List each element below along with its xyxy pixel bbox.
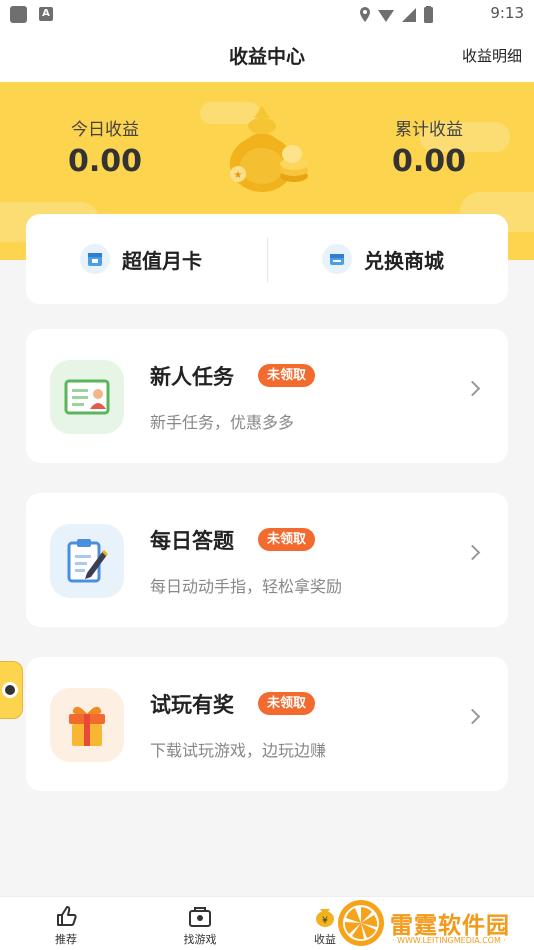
watermark-text: 雷霆软件园 <box>390 913 510 939</box>
app-notification-icon: A <box>39 7 53 21</box>
task-title: 新人任务 <box>150 365 234 389</box>
watermark: 雷霆软件园 · WWW.LEITINGMEDIA.COM · <box>336 898 534 950</box>
chevron-right-icon <box>464 544 481 561</box>
chevron-right-icon <box>464 380 481 397</box>
total-earnings-label: 累计收益 <box>395 120 463 140</box>
chevron-right-icon <box>464 708 481 725</box>
task-card-newbie[interactable]: 新人任务 未领取 新手任务，优惠多多 <box>26 329 508 463</box>
floating-side-button[interactable] <box>0 661 23 719</box>
nav-label: 找游戏 <box>183 933 217 946</box>
status-icons <box>360 6 433 23</box>
nav-recommend[interactable]: 推荐 <box>31 903 101 947</box>
clipboard-icon <box>50 524 124 598</box>
nav-label: 推荐 <box>55 933 77 946</box>
status-bar: A 9:13 <box>0 0 534 30</box>
monthly-card-button[interactable]: 超值月卡 <box>80 214 202 304</box>
today-earnings-value: 0.00 <box>67 144 143 179</box>
task-title: 试玩有奖 <box>150 693 234 717</box>
status-badge: 未领取 <box>258 364 316 387</box>
orange-slice-icon <box>338 900 384 946</box>
task-subtitle: 新手任务，优惠多多 <box>150 413 295 432</box>
divider <box>267 238 268 282</box>
status-badge: 未领取 <box>258 692 316 715</box>
exchange-store-label: 兑换商城 <box>364 248 444 273</box>
money-bag-icon: ¥ <box>316 909 334 927</box>
svg-text:★: ★ <box>234 170 243 181</box>
id-card-icon <box>50 360 124 434</box>
gift-icon <box>50 688 124 762</box>
status-time: 9:13 <box>490 4 524 22</box>
task-card-trial-play[interactable]: 试玩有奖 未领取 下载试玩游戏，边玩边赚 <box>26 657 508 791</box>
game-box-icon <box>189 907 211 927</box>
store-icon <box>322 244 352 274</box>
task-card-daily-quiz[interactable]: 每日答题 未领取 每日动动手指，轻松拿奖励 <box>26 493 508 627</box>
calendar-card-icon <box>80 244 110 274</box>
earnings-detail-link[interactable]: 收益明细 <box>462 45 522 66</box>
page-title: 收益中心 <box>228 46 305 68</box>
exchange-store-button[interactable]: 兑换商城 <box>322 214 444 304</box>
monthly-card-label: 超值月卡 <box>122 248 202 273</box>
thumbs-up-icon <box>57 906 77 926</box>
nav-find-games[interactable]: 找游戏 <box>165 903 235 947</box>
top-header: 收益中心 收益明细 <box>0 30 534 82</box>
task-subtitle: 每日动动手指，轻松拿奖励 <box>150 577 343 596</box>
notification-icon <box>10 6 27 23</box>
total-earnings-value: 0.00 <box>391 144 467 179</box>
quick-actions-card: 超值月卡 兑换商城 <box>26 214 508 304</box>
svg-text:¥: ¥ <box>322 916 328 926</box>
today-earnings-label: 今日收益 <box>71 120 139 140</box>
ball-icon <box>2 682 18 698</box>
task-subtitle: 下载试玩游戏，边玩边赚 <box>150 741 327 760</box>
status-badge: 未领取 <box>258 528 316 551</box>
task-title: 每日答题 <box>150 529 234 553</box>
money-bag-icon: ★ <box>230 106 308 192</box>
watermark-url: · WWW.LEITINGMEDIA.COM · <box>392 936 506 945</box>
